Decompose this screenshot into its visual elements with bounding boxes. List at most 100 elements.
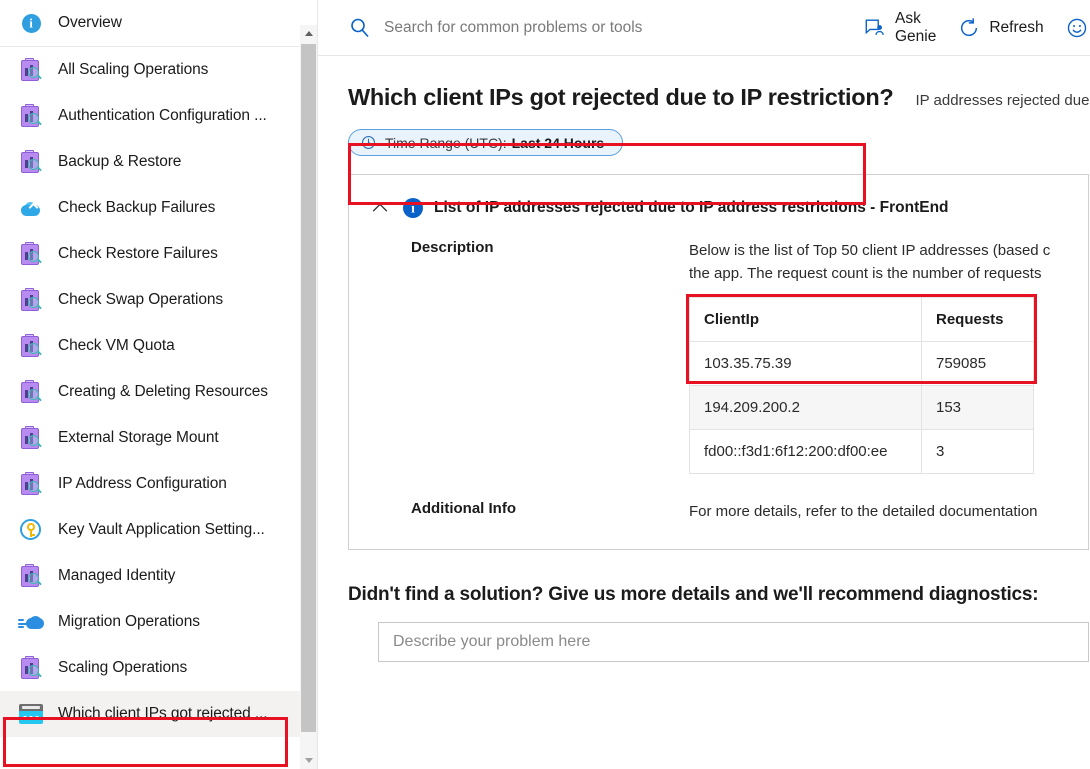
sidebar-item-all-scaling-operations[interactable]: All Scaling Operations [0,47,318,93]
sidebar-item-label: Check Backup Failures [58,199,215,217]
scroll-up-arrow-icon[interactable] [300,25,317,42]
sidebar-item-managed-identity[interactable]: Managed Identity [0,553,318,599]
clipboard-analysis-icon [18,379,44,405]
table-row: 194.209.200.2153 [690,386,1034,430]
sidebar-item-label: Check VM Quota [58,337,175,355]
smiley-feedback-icon [1066,17,1088,39]
table-cell-clientip: fd00::f3d1:6f12:200:df00:ee [690,430,922,474]
search-icon [348,16,372,40]
info-icon [18,10,44,36]
scroll-down-arrow-icon[interactable] [300,752,317,769]
sidebar-scrollbar[interactable] [300,25,317,769]
sidebar-item-label: Check Swap Operations [58,291,223,309]
search-input[interactable] [382,18,842,38]
refresh-label: Refresh [989,19,1043,37]
table-row: fd00::f3d1:6f12:200:df00:ee3 [690,430,1034,474]
clipboard-analysis-icon [18,57,44,83]
additional-info-row: Additional Info For more details, refer … [349,500,1088,523]
sidebar-item-key-vault-application-setting[interactable]: Key Vault Application Setting... [0,507,318,553]
sidebar-item-label: Authentication Configuration ... [58,107,267,125]
sidebar-item-check-backup-failures[interactable]: Check Backup Failures [0,185,318,231]
result-card-header: List of IP addresses rejected due to IP … [349,197,1088,219]
clock-icon [361,135,376,150]
sidebar-item-label: Managed Identity [58,567,175,585]
time-range-value: Last 24 Hours [512,135,605,151]
cloud-upload-icon [18,195,44,221]
clipboard-analysis-icon [18,655,44,681]
diagnostics-page: Overview All Scaling Operations Authentica… [0,0,1090,769]
feedback-button[interactable] [1066,17,1088,39]
page-subtitle: IP addresses rejected due t [915,92,1090,109]
clipboard-analysis-icon [18,241,44,267]
sidebar-item-check-swap-operations[interactable]: Check Swap Operations [0,277,318,323]
sidebar-item-label: All Scaling Operations [58,61,208,79]
table-cell-requests: 153 [922,386,1034,430]
sidebar-item-label: IP Address Configuration [58,475,227,493]
info-icon [403,198,423,218]
table-row: 103.35.75.39759085 [690,342,1034,386]
additional-info-label: Additional Info [411,500,689,523]
ip-table-wrap: ClientIpRequests 103.35.75.39759085194.2… [689,297,1050,474]
main-panel: Ask Genie Refresh [318,0,1090,769]
table-column-header: Requests [922,298,1034,342]
sidebar-item-label: Which client IPs got rejected ... [58,705,268,723]
ask-genie-button[interactable]: Ask Genie [864,10,936,46]
refresh-button[interactable]: Refresh [958,17,1043,39]
table-cell-clientip: 194.209.200.2 [690,386,922,430]
result-card: List of IP addresses rejected due to IP … [348,174,1089,550]
sidebar-item-check-vm-quota[interactable]: Check VM Quota [0,323,318,369]
sidebar-item-list: Overview All Scaling Operations Authentica… [0,0,318,769]
description-line-1: Below is the list of Top 50 client IP ad… [689,239,1050,262]
page-title: Which client IPs got rejected due to IP … [348,84,893,111]
feedback-heading: Didn't find a solution? Give us more det… [348,584,1090,606]
chevron-up-icon[interactable] [369,197,391,219]
sidebar-item-label: Overview [58,14,122,32]
sidebar-item-label: Scaling Operations [58,659,187,677]
description-value: Below is the list of Top 50 client IP ad… [689,239,1050,474]
sidebar-item-migration-operations[interactable]: Migration Operations [0,599,318,645]
result-card-title: List of IP addresses rejected due to IP … [434,199,949,217]
ask-genie-icon [864,17,886,39]
feedback-section: Didn't find a solution? Give us more det… [348,584,1090,662]
sidebar-item-label: Check Restore Failures [58,245,218,263]
ip-table: ClientIpRequests 103.35.75.39759085194.2… [689,297,1034,474]
clipboard-analysis-icon [18,471,44,497]
description-label: Description [411,239,689,474]
ask-genie-label: Ask Genie [895,10,936,46]
search-area[interactable] [348,16,842,40]
sidebar-item-authentication-configuration[interactable]: Authentication Configuration ... [0,93,318,139]
sidebar: Overview All Scaling Operations Authentica… [0,0,318,769]
description-row: Description Below is the list of Top 50 … [349,239,1088,474]
toolbar: Ask Genie Refresh [318,0,1090,56]
clipboard-analysis-icon [18,333,44,359]
describe-problem-input[interactable] [378,622,1089,662]
time-range-pill[interactable]: Time Range (UTC): Last 24 Hours [348,129,623,156]
content-area: Which client IPs got rejected due to IP … [318,56,1090,768]
sidebar-item-external-storage-mount[interactable]: External Storage Mount [0,415,318,461]
table-header-row: ClientIpRequests [690,298,1034,342]
sidebar-item-backup-restore[interactable]: Backup & Restore [0,139,318,185]
clipboard-analysis-icon [18,563,44,589]
sidebar-item-label: Creating & Deleting Resources [58,383,268,401]
clipboard-analysis-icon [18,425,44,451]
cloud-migration-icon [18,609,44,635]
sidebar-item-label: Migration Operations [58,613,200,631]
clipboard-analysis-icon [18,287,44,313]
sidebar-item-scaling-operations[interactable]: Scaling Operations [0,645,318,691]
clipboard-analysis-icon [18,103,44,129]
sidebar-item-label: Backup & Restore [58,153,181,171]
sidebar-item-label: Key Vault Application Setting... [58,521,265,539]
sidebar-item-label: External Storage Mount [58,429,219,447]
table-cell-clientip: 103.35.75.39 [690,342,922,386]
sidebar-item-which-client-ips-got-rejected[interactable]: Which client IPs got rejected ... [0,691,318,737]
sidebar-item-creating-deleting-resources[interactable]: Creating & Deleting Resources [0,369,318,415]
refresh-icon [958,17,980,39]
sidebar-item-check-restore-failures[interactable]: Check Restore Failures [0,231,318,277]
sidebar-item-overview[interactable]: Overview [0,0,318,46]
sidebar-scrollbar-thumb[interactable] [301,44,316,732]
toolbar-actions: Ask Genie Refresh [842,10,1090,46]
clipboard-analysis-icon [18,149,44,175]
table-column-header: ClientIp [690,298,922,342]
table-cell-requests: 759085 [922,342,1034,386]
sidebar-item-ip-address-configuration[interactable]: IP Address Configuration [0,461,318,507]
